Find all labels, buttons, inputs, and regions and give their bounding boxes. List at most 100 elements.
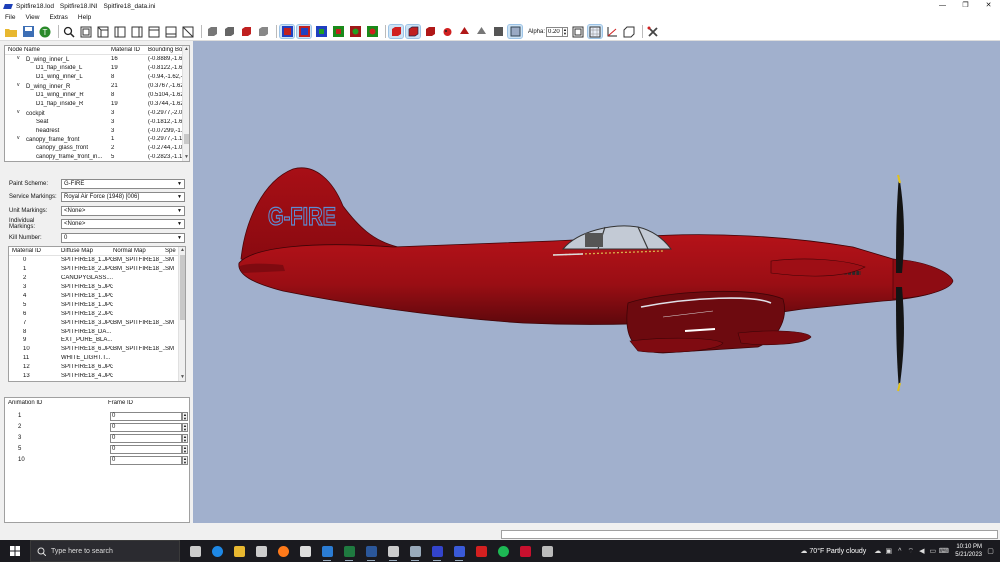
gray-box-icon[interactable] [491,25,505,38]
node-tree-row[interactable]: canopy_frame_front_in... 5 (-0.2823,-1.1 [5,153,189,161]
node-tree-row[interactable]: Seat 3 (-0.1812,-1.6 [5,117,189,126]
material-row[interactable]: 4 SPITFIRE18_1.JPG [9,292,185,301]
frame-id-column-header[interactable]: Frame ID [108,400,168,406]
wireframe-red-icon[interactable] [296,24,312,39]
frame-id-input[interactable]: 0 [110,412,182,421]
node-tree-row[interactable]: canopy_glass_front 2 (-0.2744,-1.0 [5,144,189,153]
file-explorer-icon[interactable] [228,540,250,562]
excel-icon[interactable] [338,540,360,562]
wireframe-blue-icon[interactable] [279,24,295,39]
frame-id-input[interactable]: 0 [110,434,182,443]
animation-id-column-header[interactable]: Animation ID [5,400,108,406]
scroll-thumb[interactable] [184,134,189,144]
frame-id-input[interactable]: 0 [110,423,182,432]
marking-dropdown[interactable]: <None> ▼ [61,219,185,229]
bounding-box-column-header[interactable]: Bounding Bo [148,47,183,53]
wifi-icon[interactable]: ⌔ [905,547,916,556]
menu-view[interactable]: View [20,14,44,21]
weather-icon[interactable]: ☁ [798,547,809,555]
red-sphere-icon[interactable] [348,25,362,38]
material-row[interactable]: 3 SPITFIRE18_5.JPG [9,283,185,292]
material-row[interactable]: 6 SPITFIRE18_2.JPG [9,309,185,318]
menu-extras[interactable]: Extras [44,14,72,21]
marking-dropdown[interactable]: Royal Air Force (1948) [006] ▼ [61,192,185,202]
material-row[interactable]: 10 SPITFIRE18_6.JPG BM_SPITFIRE18_... SM [9,345,185,354]
photo-icon[interactable]: ▣ [883,547,894,555]
battery-icon[interactable]: ▭ [927,547,938,555]
chevron-down-icon[interactable]: ▼ [177,220,182,228]
save-icon[interactable] [21,25,35,38]
node-tree-row[interactable]: v D_wing_inner_L 16 (-0.8889,-1.6 [5,55,189,64]
taskbar-search-box[interactable]: Type here to search [30,540,180,562]
bug-icon[interactable] [440,25,454,38]
specular-map-column-header[interactable]: Spe [165,248,179,254]
axes-icon[interactable] [605,25,619,38]
view-top-icon[interactable] [147,25,161,38]
node-name-column-header[interactable]: Node Name [5,47,111,53]
material-icon[interactable] [365,25,379,38]
shade-gray-icon[interactable] [205,25,219,38]
menu-help[interactable]: Help [73,14,96,21]
menu-file[interactable]: File [0,14,20,21]
word-icon[interactable] [360,540,382,562]
material-row[interactable]: 7 SPITFIRE18_3.JPG BM_SPITFIRE18_... SM [9,318,185,327]
notifications-icon[interactable]: ▢ [985,547,996,555]
scroll-thumb[interactable] [180,255,185,320]
chevron-down-icon[interactable]: ▼ [177,207,182,215]
texture-icon[interactable]: T [38,25,52,38]
lod-editor-icon[interactable] [448,540,470,562]
tz-app-icon[interactable] [382,540,404,562]
view-bottom-icon[interactable] [164,25,178,38]
chevron-down-icon[interactable]: ▼ [177,193,182,201]
normal-map-column-header[interactable]: Normal Map [113,248,165,254]
tools-icon[interactable] [646,25,660,38]
green-box-icon[interactable] [331,25,345,38]
red-cube-wire-icon[interactable] [405,24,421,39]
expand-toggle-icon[interactable]: v [17,135,26,141]
material-row[interactable]: 2 CANOPYGLASS.... [9,274,185,283]
mcafee-icon[interactable] [514,540,536,562]
alpha-input[interactable] [546,26,564,37]
materials-scrollbar[interactable]: ▲ ▼ [178,247,185,381]
material-row[interactable]: 5 SPITFIRE18_1.JPG [9,300,185,309]
materials-table[interactable]: Material ID Diffuse Map Normal Map Spe 0… [8,246,186,382]
material-row[interactable]: 13 SPITFIRE18_4.JPG [9,372,185,381]
store-icon[interactable] [250,540,272,562]
frame-id-spinner[interactable]: ▲ ▼ [182,423,188,432]
red-cube-alt-icon[interactable] [423,25,437,38]
app-blue-icon[interactable] [426,540,448,562]
volume-icon[interactable]: ◀ [916,547,927,555]
transparency-icon[interactable] [507,24,523,39]
frame-icon[interactable] [571,25,585,38]
normals-icon[interactable] [314,25,328,38]
frame-id-input[interactable]: 0 [110,456,182,465]
scroll-up-arrow[interactable]: ▲ [183,46,189,53]
red-cube-icon[interactable] [388,24,404,39]
3d-viewport[interactable]: G-FIRE [193,41,1000,523]
scroll-down-arrow[interactable]: ▼ [183,154,189,161]
misc-app-icon[interactable] [536,540,558,562]
expand-toggle-icon[interactable]: v [17,55,26,61]
material-row[interactable]: 1 SPITFIRE18_2.JPG BM_SPITFIRE18_... SM [9,265,185,274]
shade-red-icon[interactable] [239,25,253,38]
frame-id-input[interactable]: 0 [110,445,182,454]
material-id-column-header[interactable]: Material ID [111,47,148,53]
material-id-column-header[interactable]: Material ID [9,248,61,254]
view-back-icon[interactable] [96,25,110,38]
view-front-icon[interactable] [79,25,93,38]
frame-id-spinner[interactable]: ▲ ▼ [182,445,188,454]
chevron-up-icon[interactable]: ^ [894,548,905,555]
acrobat-icon[interactable] [470,540,492,562]
scroll-down-arrow[interactable]: ▼ [179,374,185,381]
minimize-button[interactable]: — [931,0,954,12]
clock[interactable]: 10:10 PM 5/21/2023 [955,543,982,559]
node-tree-row[interactable]: headrest 3 (-0.07299,-1. [5,126,189,135]
node-tree[interactable]: Node Name Material ID Bounding Bo v D_win… [4,45,190,162]
node-tree-row[interactable]: v cockpit 3 (-0.2977,-2.0 [5,108,189,117]
view-3d-icon[interactable] [181,25,195,38]
close-button[interactable]: ✕ [977,0,1000,12]
node-tree-scrollbar[interactable]: ▲ ▼ [182,46,189,161]
view-left-icon[interactable] [113,25,127,38]
edge-icon[interactable] [206,540,228,562]
grid-icon[interactable] [587,24,604,39]
